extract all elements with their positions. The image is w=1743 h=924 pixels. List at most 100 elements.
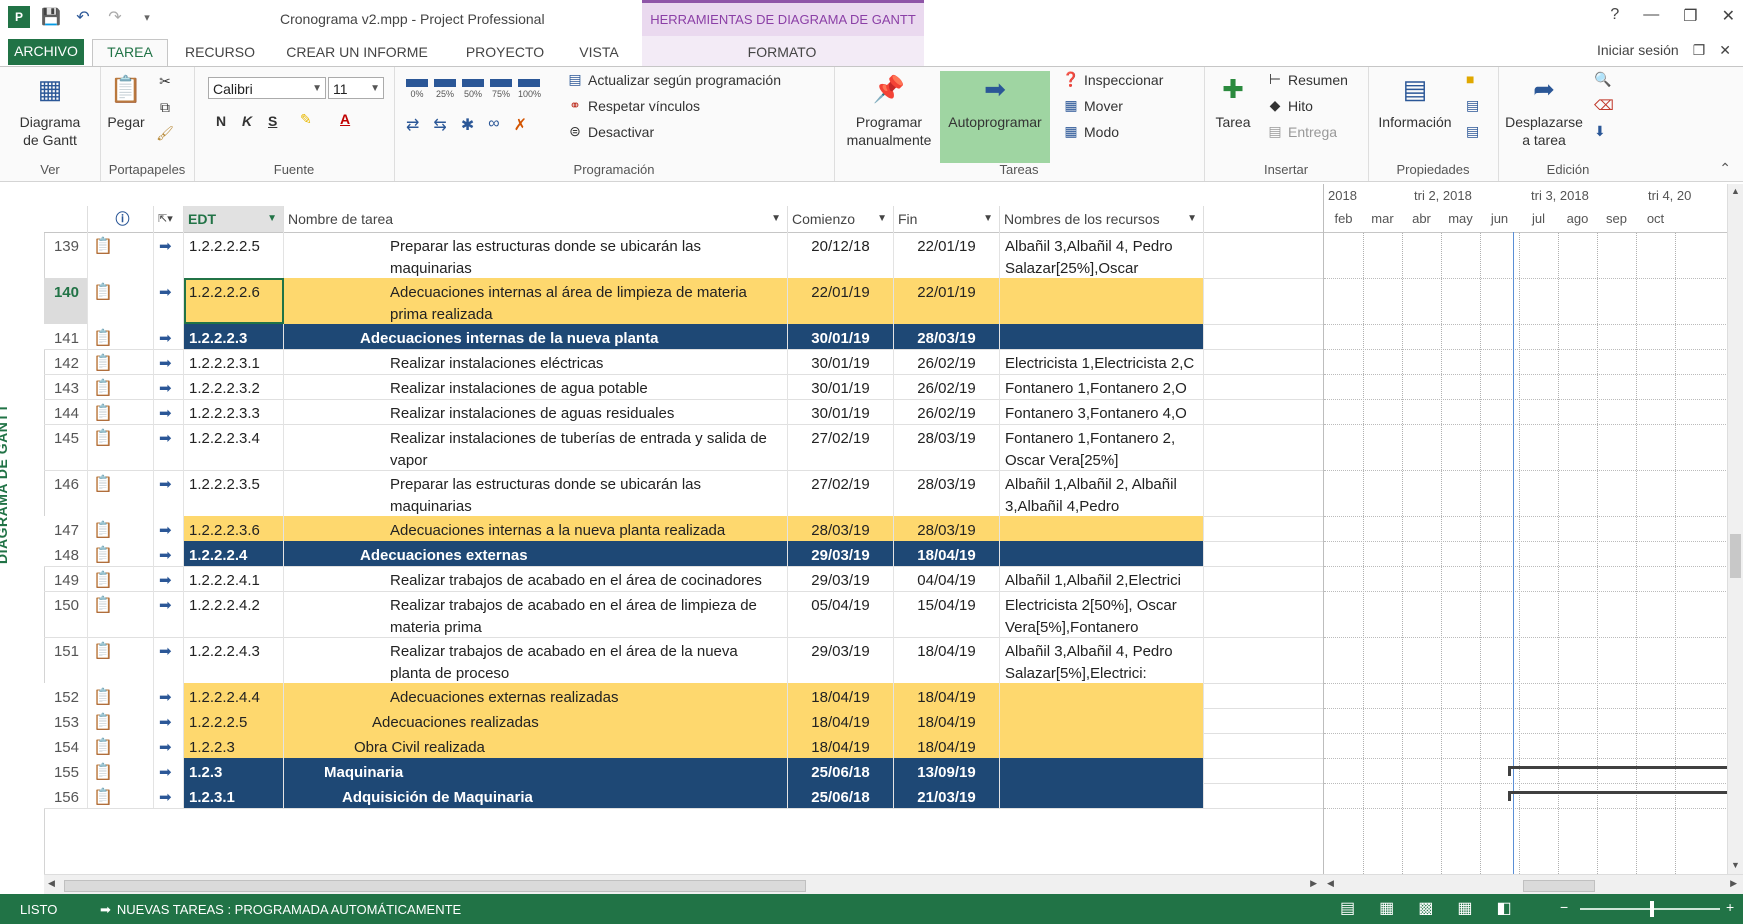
- signin-link[interactable]: Iniciar sesión: [1597, 42, 1679, 59]
- task-resources-cell[interactable]: Electricista 1,Electricista 2,C: [1000, 349, 1204, 374]
- resource-sheet-icon[interactable]: ▦: [1457, 898, 1472, 918]
- task-start-cell[interactable]: 20/12/18: [788, 232, 894, 278]
- task-end-cell[interactable]: 18/04/19: [894, 683, 1000, 708]
- pct-50-button[interactable]: 50%: [462, 79, 484, 99]
- task-edt-cell[interactable]: 1.2.2.2.3.5: [184, 470, 284, 516]
- task-id-cell[interactable]: 153: [44, 708, 88, 733]
- task-indicator-cell[interactable]: 📋: [88, 637, 154, 683]
- deliverable-button[interactable]: ▤ Entrega: [1266, 123, 1337, 140]
- task-edt-cell[interactable]: 1.2.2.3: [184, 733, 284, 758]
- fill-button[interactable]: ⬇: [1594, 123, 1606, 140]
- task-usage-icon[interactable]: ▦: [1379, 898, 1394, 918]
- task-id-cell[interactable]: 146: [44, 470, 88, 516]
- task-name-cell[interactable]: Adquisición de Maquinaria: [284, 783, 788, 808]
- task-indicator-cell[interactable]: 📋: [88, 708, 154, 733]
- ribbon-display-icon[interactable]: ❐: [1693, 42, 1706, 59]
- notes-button[interactable]: ■: [1466, 71, 1474, 87]
- task-name-cell[interactable]: Realizar trabajos de acabado en el área …: [284, 566, 788, 591]
- task-mode-cell[interactable]: ➡: [154, 399, 184, 424]
- task-edt-cell[interactable]: 1.2.2.2.3.4: [184, 424, 284, 470]
- format-painter-button[interactable]: 🖌: [156, 125, 174, 142]
- split-task-icon[interactable]: ✱: [461, 115, 474, 135]
- scroll-to-task-button[interactable]: ➦ Desplazarse a tarea: [1502, 71, 1586, 149]
- report-icon[interactable]: ◧: [1497, 898, 1512, 918]
- pct-75-button[interactable]: 75%: [490, 79, 512, 99]
- underline-button[interactable]: S: [268, 113, 277, 129]
- task-row[interactable]: 140 📋 ➡ 1.2.2.2.2.6 Adecuaciones internas al…: [44, 278, 1323, 325]
- font-color-button[interactable]: A: [340, 111, 350, 127]
- task-id-cell[interactable]: 156: [44, 783, 88, 808]
- task-start-cell[interactable]: 30/01/19: [788, 324, 894, 349]
- details-button[interactable]: ▤: [1466, 97, 1479, 114]
- redo-icon[interactable]: ↷: [104, 6, 126, 28]
- header-nombre[interactable]: Nombre de tarea ▼: [284, 206, 788, 232]
- chart-horizontal-scrollbar[interactable]: ◀ ▶: [1323, 874, 1743, 895]
- task-resources-cell[interactable]: [1000, 733, 1204, 758]
- task-mode-cell[interactable]: ➡: [154, 708, 184, 733]
- task-resources-cell[interactable]: Fontanero 3,Fontanero 4,O: [1000, 399, 1204, 424]
- copy-button[interactable]: ⧉: [156, 99, 174, 116]
- tab-formato[interactable]: FORMATO: [742, 40, 822, 66]
- task-resources-cell[interactable]: [1000, 516, 1204, 541]
- task-id-cell[interactable]: 139: [44, 232, 88, 278]
- tab-recurso[interactable]: RECURSO: [180, 40, 260, 66]
- task-mode-cell[interactable]: ➡: [154, 324, 184, 349]
- task-edt-cell[interactable]: 1.2.2.2.3.1: [184, 349, 284, 374]
- collapse-ribbon-icon[interactable]: ⌃: [1719, 160, 1731, 177]
- summary-bar[interactable]: [1508, 766, 1728, 769]
- pct-0-button[interactable]: 0%: [406, 79, 428, 99]
- task-name-cell[interactable]: Realizar instalaciones de tuberías de en…: [284, 424, 788, 470]
- task-edt-cell[interactable]: 1.2.2.2.2.5: [184, 232, 284, 278]
- task-id-cell[interactable]: 154: [44, 733, 88, 758]
- task-name-cell[interactable]: Realizar trabajos de acabado en el área …: [284, 591, 788, 637]
- task-start-cell[interactable]: 05/04/19: [788, 591, 894, 637]
- task-end-cell[interactable]: 28/03/19: [894, 324, 1000, 349]
- task-id-cell[interactable]: 144: [44, 399, 88, 424]
- task-resources-cell[interactable]: Albañil 1,Albañil 2, Albañil 3,Albañil 4…: [1000, 470, 1204, 516]
- task-edt-cell[interactable]: 1.2.2.2.4.3: [184, 637, 284, 683]
- task-start-cell[interactable]: 27/02/19: [788, 470, 894, 516]
- respect-links-button[interactable]: ⚭ Respetar vínculos: [566, 97, 700, 114]
- task-indicator-cell[interactable]: 📋: [88, 566, 154, 591]
- task-row[interactable]: 153 📋 ➡ 1.2.2.2.5 Adecuaciones realizadas 18/…: [44, 708, 1323, 734]
- task-edt-cell[interactable]: 1.2.2.2.3.6: [184, 516, 284, 541]
- task-mode-cell[interactable]: ➡: [154, 470, 184, 516]
- deactivate-button[interactable]: ⊜ Desactivar: [566, 123, 654, 140]
- header-info[interactable]: ⓘ: [88, 206, 154, 232]
- task-end-cell[interactable]: 15/04/19: [894, 591, 1000, 637]
- task-row[interactable]: 151 📋 ➡ 1.2.2.2.4.3 Realizar trabajos de aca…: [44, 637, 1323, 684]
- task-start-cell[interactable]: 29/03/19: [788, 566, 894, 591]
- task-name-cell[interactable]: Adecuaciones externas: [284, 541, 788, 566]
- task-indicator-cell[interactable]: 📋: [88, 424, 154, 470]
- task-resources-cell[interactable]: Electricista 2[50%], Oscar Vera[5%],Font…: [1000, 591, 1204, 637]
- task-name-cell[interactable]: Adecuaciones internas a la nueva planta …: [284, 516, 788, 541]
- task-row[interactable]: 148 📋 ➡ 1.2.2.2.4 Adecuaciones externas 29/03…: [44, 541, 1323, 567]
- task-name-cell[interactable]: Realizar instalaciones de agua potable: [284, 374, 788, 399]
- auto-schedule-button[interactable]: ➡ Autoprogramar: [940, 71, 1050, 163]
- task-mode-cell[interactable]: ➡: [154, 349, 184, 374]
- task-end-cell[interactable]: 26/02/19: [894, 374, 1000, 399]
- task-resources-cell[interactable]: [1000, 541, 1204, 566]
- task-name-cell[interactable]: Realizar instalaciones de aguas residual…: [284, 399, 788, 424]
- task-id-cell[interactable]: 149: [44, 566, 88, 591]
- task-row[interactable]: 139 📋 ➡ 1.2.2.2.2.5 Preparar las estructuras…: [44, 232, 1323, 279]
- bold-button[interactable]: N: [216, 113, 226, 129]
- task-name-cell[interactable]: Adecuaciones realizadas: [284, 708, 788, 733]
- task-row[interactable]: 144 📋 ➡ 1.2.2.2.3.3 Realizar instalaciones d…: [44, 399, 1323, 425]
- task-row[interactable]: 143 📋 ➡ 1.2.2.2.3.2 Realizar instalaciones d…: [44, 374, 1323, 400]
- task-edt-cell[interactable]: 1.2.3.1: [184, 783, 284, 808]
- insert-task-button[interactable]: ✚ Tarea: [1208, 71, 1258, 131]
- task-mode-cell[interactable]: ➡: [154, 758, 184, 783]
- task-row[interactable]: 145 📋 ➡ 1.2.2.2.3.4 Realizar instalaciones d…: [44, 424, 1323, 471]
- update-schedule-button[interactable]: ▤ Actualizar según programación: [566, 71, 781, 88]
- task-id-cell[interactable]: 140: [44, 278, 88, 324]
- task-end-cell[interactable]: 18/04/19: [894, 637, 1000, 683]
- task-end-cell[interactable]: 28/03/19: [894, 424, 1000, 470]
- vertical-scroll-thumb[interactable]: [1730, 534, 1741, 578]
- task-mode-cell[interactable]: ➡: [154, 783, 184, 808]
- task-name-cell[interactable]: Preparar las estructuras donde se ubicar…: [284, 232, 788, 278]
- task-row[interactable]: 152 📋 ➡ 1.2.2.2.4.4 Adecuaciones externas re…: [44, 683, 1323, 709]
- pct-100-button[interactable]: 100%: [518, 79, 541, 99]
- task-indicator-cell[interactable]: 📋: [88, 324, 154, 349]
- pct-25-button[interactable]: 25%: [434, 79, 456, 99]
